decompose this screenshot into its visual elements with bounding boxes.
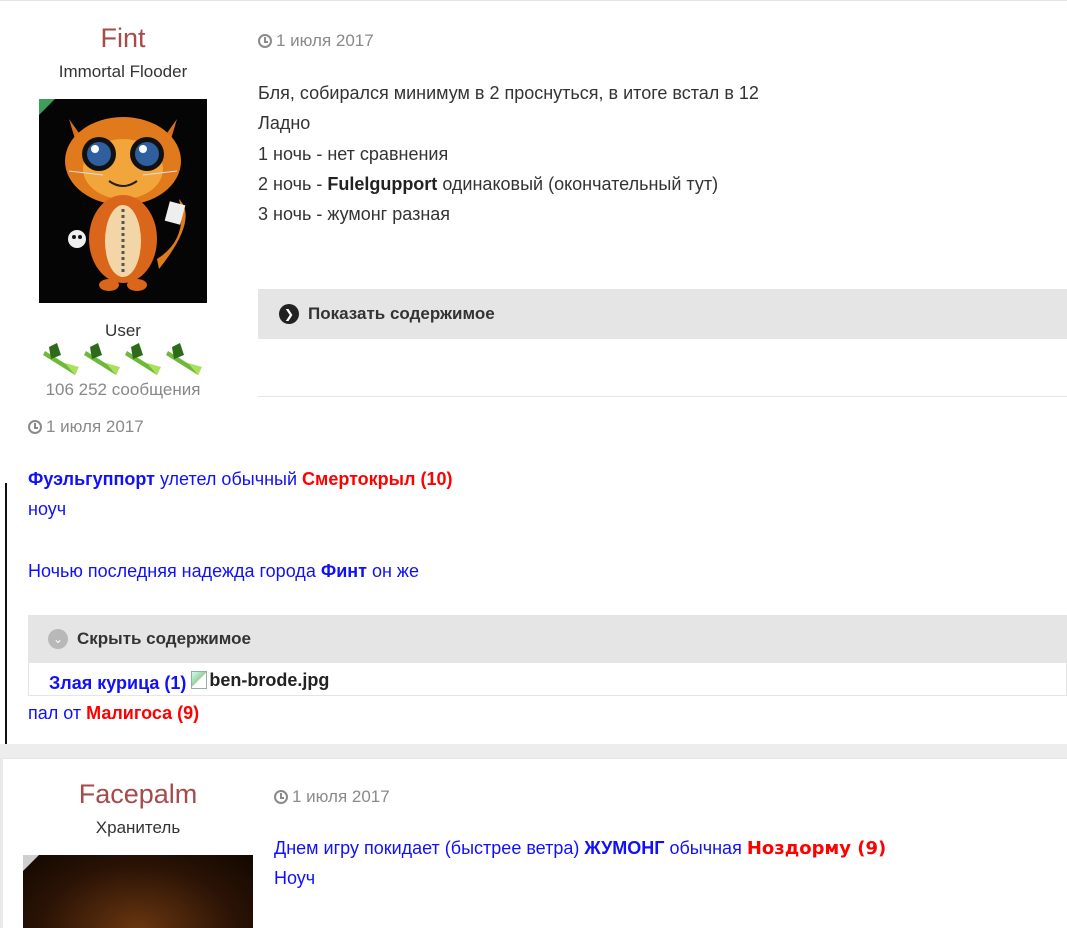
post-line: Ладно: [258, 113, 311, 133]
post-line-text: 2 ночь -: [258, 174, 328, 194]
card-name: Злая курица (1): [49, 673, 187, 693]
post-count[interactable]: 106 252 сообщения: [0, 380, 246, 400]
post-line: 2 ночь - Fulelgupport одинаковый (оконча…: [258, 173, 718, 195]
spoiler-line: Злая курица (1) ben-brode.jpg: [49, 669, 329, 694]
offline-indicator: [23, 855, 39, 871]
post-line: Бля, собирался минимум в 2 проснуться, в…: [258, 83, 759, 103]
divider: [258, 396, 1067, 397]
author-title: Immortal Flooder: [58, 62, 188, 81]
spoiler-label: Скрыть содержимое: [77, 629, 251, 648]
rank-pips: [41, 341, 204, 377]
author-name[interactable]: Facepalm: [3, 779, 273, 810]
broken-image-icon: [191, 671, 208, 689]
post-date-text: 1 июля 2017: [292, 787, 390, 806]
post-text: обычная: [664, 838, 747, 858]
quote-date-text: 1 июля 2017: [46, 417, 144, 436]
post: Fint Immortal Flooder User 106 252 сообщ…: [0, 0, 1067, 745]
post-line-text: одинаковый (окончательный тут): [437, 174, 719, 194]
author-title: Хранитель: [95, 818, 181, 837]
online-indicator: [39, 99, 55, 115]
member-rank: User: [105, 321, 141, 340]
quote-line: Ночью последняя надежда города Финт он ж…: [28, 560, 419, 582]
image-alt-text: ben-brode.jpg: [209, 670, 330, 690]
spoiler-content: Злая курица (1) ben-brode.jpg: [28, 663, 1067, 696]
card-name: Смертокрыл (10): [302, 469, 453, 489]
clock-icon: [258, 34, 272, 48]
spoiler-label: Показать содержимое: [308, 304, 495, 323]
author-name[interactable]: Fint: [0, 23, 246, 54]
post: Facepalm Хранитель 1 июля 2017 Днем игру…: [0, 758, 1067, 928]
post-date-text: 1 июля 2017: [276, 31, 374, 50]
card-name: Малигоса (9): [86, 703, 200, 723]
avatar[interactable]: [23, 855, 253, 928]
broken-image[interactable]: ben-brode.jpg: [191, 669, 329, 691]
player-name: Финт: [320, 561, 367, 581]
bold-name: Fulelgupport: [327, 174, 438, 194]
avatar[interactable]: [39, 99, 207, 303]
card-name: Ноздорму (9): [746, 838, 887, 859]
clock-icon: [274, 790, 288, 804]
post-date[interactable]: 1 июля 2017: [258, 31, 374, 51]
avatar-image: [39, 99, 207, 303]
post-line: Днем игру покидает (быстрее ветра) ЖУМОН…: [274, 837, 886, 860]
rank-pip-icon: [43, 343, 79, 375]
quote-edge: [5, 483, 7, 745]
post-line: 3 ночь - жумонг разная: [258, 204, 451, 224]
clock-icon: [28, 420, 42, 434]
player-name: ЖУМОНГ: [584, 838, 665, 858]
quote-line: Фуэльгуппорт улетел обычный Смертокрыл (…: [28, 468, 453, 490]
quote-text: он же: [366, 561, 419, 581]
post-line: 1 ночь - нет сравнения: [258, 144, 449, 164]
chevron-down-circle-icon: ⌄: [48, 629, 68, 649]
post-text: Днем игру покидает (быстрее ветра): [274, 838, 585, 858]
post-date[interactable]: 1 июля 2017: [274, 787, 390, 807]
quote-text: пал от: [28, 703, 87, 723]
quote-text: Ночью последняя надежда города: [28, 561, 321, 581]
spoiler-toggle-show[interactable]: ❯ Показать содержимое: [258, 289, 1067, 339]
post-line: Ноуч: [274, 868, 316, 888]
rank-pip-icon: [166, 343, 202, 375]
quote-date[interactable]: 1 июля 2017: [28, 417, 144, 437]
rank-pip-icon: [84, 343, 120, 375]
rank-pip-icon: [125, 343, 161, 375]
quote-line: пал от Малигоса (9): [28, 702, 199, 724]
spoiler-toggle-hide[interactable]: ⌄ Скрыть содержимое: [28, 615, 1067, 663]
chevron-right-circle-icon: ❯: [279, 304, 299, 324]
quote-line: ноуч: [28, 499, 67, 519]
quote-text: улетел обычный: [154, 469, 303, 489]
player-name: Фуэльгуппорт: [28, 469, 155, 489]
post-separator: [0, 744, 1067, 758]
